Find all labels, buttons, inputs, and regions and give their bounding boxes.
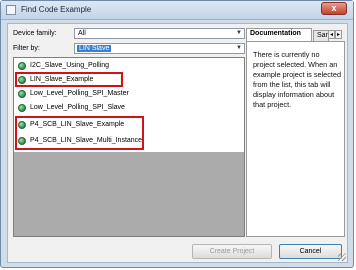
info-tabs: Documentation Sam ◂▸ bbox=[246, 28, 346, 42]
filter-by-label: Filter by: bbox=[13, 45, 40, 52]
documentation-text: There is currently no project selected. … bbox=[253, 50, 342, 109]
highlight-box-lin-slave-example bbox=[15, 72, 123, 87]
documentation-panel: There is currently no project selected. … bbox=[246, 41, 345, 237]
window-title: Find Code Example bbox=[21, 5, 92, 14]
device-family-value: All bbox=[78, 30, 86, 37]
example-project-icon bbox=[18, 62, 26, 70]
example-list[interactable]: I2C_Slave_Using_Polling LIN_Slave_Exampl… bbox=[13, 57, 245, 237]
list-item-label: Low_Level_Polling_SPI_Master bbox=[30, 90, 129, 97]
list-item[interactable]: I2C_Slave_Using_Polling bbox=[18, 61, 218, 72]
title-bar[interactable]: Find Code Example x bbox=[1, 1, 353, 20]
chevron-down-icon[interactable]: ▼ bbox=[234, 29, 244, 38]
list-item-label: I2C_Slave_Using_Polling bbox=[30, 62, 109, 69]
dialog-client-area: Device family: All ▼ Filter by: LIN Slav… bbox=[7, 23, 348, 263]
highlight-box-p4-scb-examples bbox=[15, 116, 144, 150]
list-item-label: Low_Level_Polling_SPI_Slave bbox=[30, 104, 125, 111]
example-project-icon bbox=[18, 104, 26, 112]
filter-by-value: LIN Slave bbox=[77, 45, 112, 52]
tab-scroll-buttons: ◂ ▸ bbox=[328, 30, 344, 40]
device-family-select[interactable]: All ▼ bbox=[74, 28, 245, 39]
list-item[interactable]: Low_Level_Polling_SPI_Master bbox=[18, 89, 218, 100]
chevron-right-icon[interactable]: ▸ bbox=[335, 30, 342, 39]
list-item[interactable]: Low_Level_Polling_SPI_Slave bbox=[18, 103, 218, 114]
window-icon bbox=[6, 5, 16, 15]
chevron-left-icon[interactable]: ◂ bbox=[328, 30, 335, 39]
create-project-button[interactable]: Create Project bbox=[192, 244, 272, 259]
resize-grip-icon[interactable] bbox=[338, 253, 346, 261]
filter-by-input[interactable]: LIN Slave ▼ bbox=[74, 43, 245, 54]
cancel-button[interactable]: Cancel bbox=[279, 244, 342, 259]
find-code-example-window: Find Code Example x Device family: All ▼… bbox=[0, 0, 354, 268]
example-project-icon bbox=[18, 90, 26, 98]
chevron-down-icon[interactable]: ▼ bbox=[234, 44, 244, 53]
device-family-label: Device family: bbox=[13, 30, 57, 37]
tab-documentation[interactable]: Documentation bbox=[246, 28, 312, 42]
close-button[interactable]: x bbox=[321, 2, 347, 15]
